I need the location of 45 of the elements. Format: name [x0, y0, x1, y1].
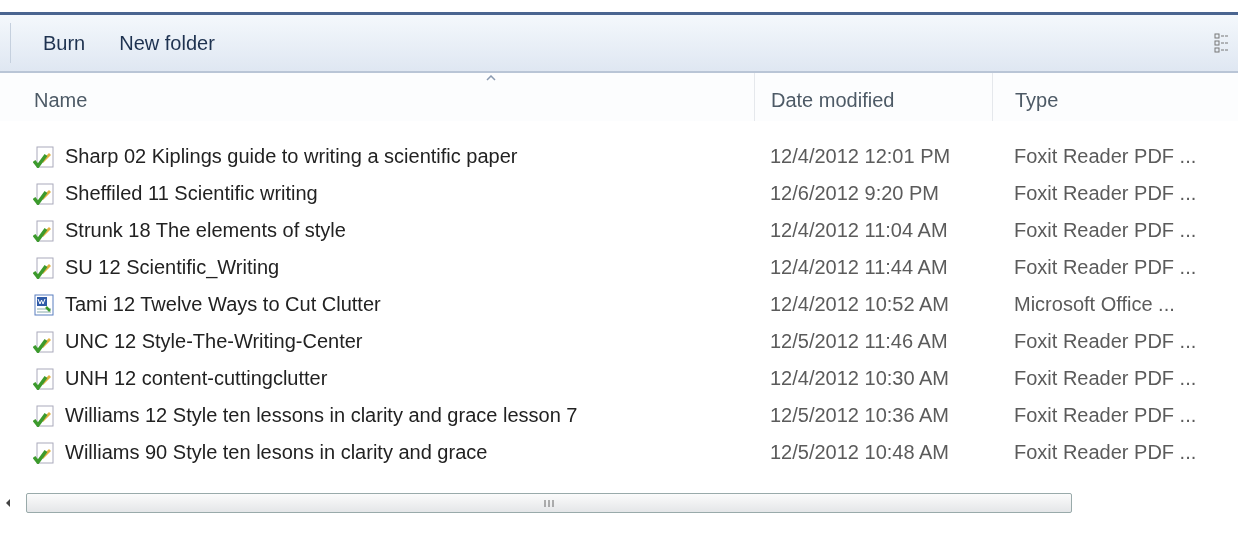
date-modified: 12/4/2012 10:52 AM [770, 293, 950, 316]
column-header[interactable]: Date modified [754, 73, 992, 121]
toolbar-button[interactable]: New folder [111, 27, 223, 59]
date-modified: 12/4/2012 11:04 AM [770, 219, 948, 242]
column-header[interactable]: Name [0, 73, 754, 121]
file-name[interactable]: UNC 12 Style-The-Writing-Center [65, 330, 363, 353]
pdf-file-icon [33, 219, 55, 242]
file-type: Foxit Reader PDF ... [1014, 330, 1197, 353]
toolbar-button[interactable]: Burn [35, 27, 94, 59]
date-modified: 12/5/2012 10:36 AM [770, 404, 950, 427]
grip-icon [544, 499, 554, 507]
scrollbar-thumb[interactable] [26, 493, 1072, 513]
file-type: Foxit Reader PDF ... [1014, 441, 1197, 464]
file-type: Foxit Reader PDF ... [1014, 367, 1197, 390]
date-modified: 12/4/2012 10:30 AM [770, 367, 950, 390]
file-name[interactable]: Williams 90 Style ten lesons in clarity and grace [65, 441, 488, 464]
file-name[interactable]: Tami 12 Twelve Ways to Cut Clutter [65, 293, 381, 316]
pdf-file-icon [33, 182, 55, 205]
scroll-left-icon[interactable] [4, 498, 12, 508]
view-options-icon[interactable] [1214, 33, 1230, 53]
date-modified: 12/5/2012 10:48 AM [770, 441, 950, 464]
pdf-file-icon [33, 441, 55, 464]
file-name[interactable]: Sheffiled 11 Scientific writing [65, 182, 318, 205]
file-type: Foxit Reader PDF ... [1014, 145, 1197, 168]
file-type: Microsoft Office ... [1014, 293, 1175, 316]
date-modified: 12/4/2012 11:44 AM [770, 256, 948, 279]
file-type: Foxit Reader PDF ... [1014, 219, 1197, 242]
pdf-file-icon [33, 256, 55, 279]
file-name[interactable]: Strunk 18 The elements of style [65, 219, 346, 242]
pdf-file-icon [33, 367, 55, 390]
file-type: Foxit Reader PDF ... [1014, 256, 1197, 279]
column-header[interactable]: Type [992, 73, 1238, 121]
date-modified: 12/6/2012 9:20 PM [770, 182, 939, 205]
pdf-file-icon [33, 404, 55, 427]
file-type: Foxit Reader PDF ... [1014, 182, 1197, 205]
file-name[interactable]: UNH 12 content-cuttingclutter [65, 367, 328, 390]
pdf-file-icon [33, 145, 55, 168]
pdf-file-icon [33, 330, 55, 353]
file-name[interactable]: Williams 12 Style ten lessons in clarity and grace lesson 7 [65, 404, 578, 427]
date-modified: 12/4/2012 12:01 PM [770, 145, 951, 168]
file-name[interactable]: Sharp 02 Kiplings guide to writing a scientific paper [65, 145, 518, 168]
file-name[interactable]: SU 12 Scientific_Writing [65, 256, 280, 279]
date-modified: 12/5/2012 11:46 AM [770, 330, 948, 353]
file-type: Foxit Reader PDF ... [1014, 404, 1197, 427]
word-document-icon [33, 293, 55, 316]
